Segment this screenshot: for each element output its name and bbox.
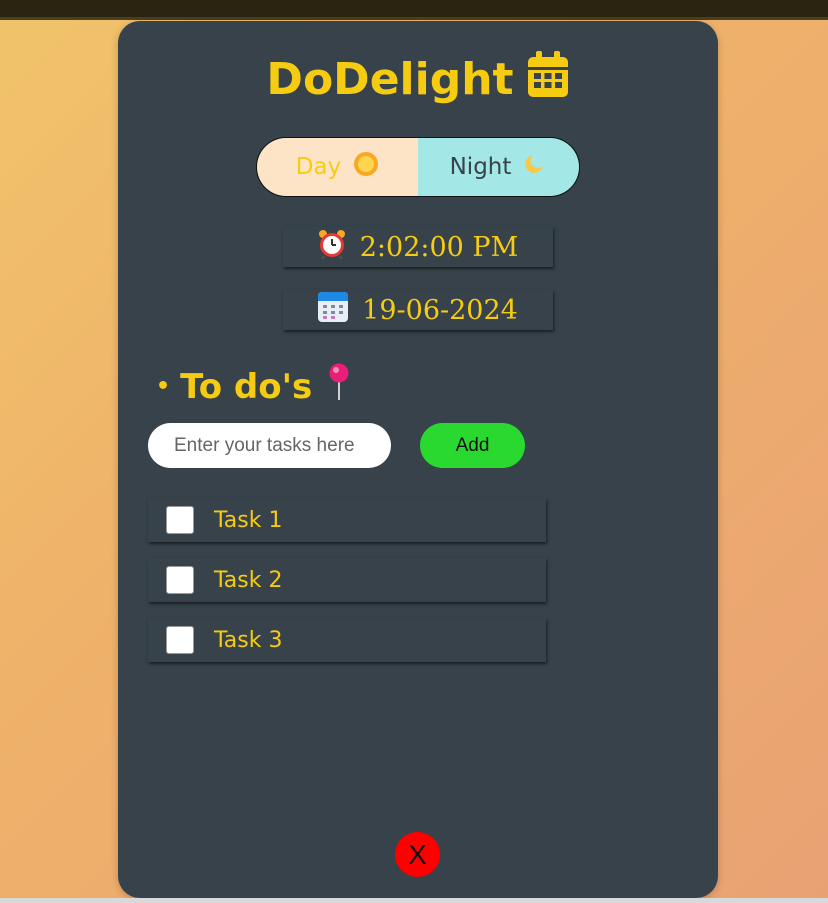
alarm-clock-icon	[318, 229, 346, 266]
calendar-icon	[318, 291, 349, 329]
moon-icon	[523, 152, 547, 182]
task-checkbox[interactable]	[166, 566, 194, 594]
todos-heading-text: To do's	[180, 366, 313, 407]
night-label: Night	[449, 154, 512, 180]
task-label: Task 3	[214, 627, 283, 653]
add-task-button[interactable]: Add	[420, 423, 525, 468]
clock-time: 2:02:00 PM	[359, 231, 519, 263]
heading-bullet: •	[156, 374, 171, 399]
task-checkbox[interactable]	[166, 506, 194, 534]
day-mode-button[interactable]: Day	[257, 138, 418, 196]
night-mode-button[interactable]: Night	[418, 138, 579, 196]
task-item: Task 3	[148, 618, 546, 662]
pushpin-icon	[328, 363, 350, 410]
clock-display: 2:02:00 PM	[283, 227, 553, 267]
task-checkbox[interactable]	[166, 626, 194, 654]
task-item: Task 2	[148, 558, 546, 602]
date-text: 19-06-2024	[362, 294, 518, 326]
app-card: DoDelight Day Night 2:02:00 PM 19-06-202…	[118, 21, 718, 898]
app-title: DoDelight	[118, 51, 718, 113]
task-label: Task 1	[214, 507, 283, 533]
browser-top-bar	[0, 0, 828, 20]
theme-toggle: Day Night	[256, 137, 580, 197]
task-item: Task 1	[148, 498, 546, 542]
browser-bottom-bar	[0, 898, 828, 903]
task-label: Task 2	[214, 567, 283, 593]
todos-heading: • To do's	[156, 363, 350, 410]
app-title-text: DoDelight	[266, 54, 514, 105]
task-input[interactable]	[148, 423, 391, 468]
date-display: 19-06-2024	[283, 290, 553, 330]
calendar-icon	[526, 51, 570, 113]
close-button[interactable]: X	[395, 832, 440, 877]
day-label: Day	[295, 154, 342, 180]
sun-icon	[353, 151, 379, 183]
